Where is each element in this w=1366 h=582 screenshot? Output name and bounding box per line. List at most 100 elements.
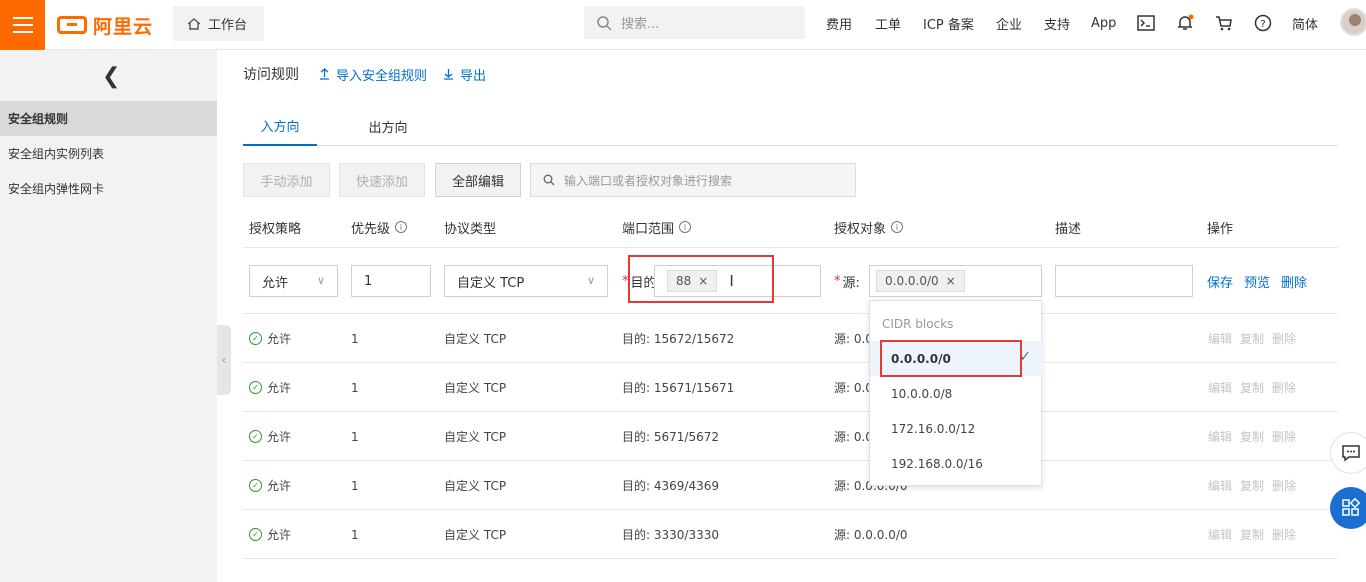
tab-outbound[interactable]: 出方向 — [351, 106, 425, 146]
column-description: 描述 — [1055, 221, 1082, 237]
edit-link[interactable]: 编辑 — [1208, 379, 1232, 396]
copy-link[interactable]: 复制 — [1240, 526, 1264, 543]
global-search-input[interactable]: 搜索... — [584, 6, 805, 39]
svg-text:?: ? — [1260, 19, 1265, 30]
import-rules-link[interactable]: 导入安全组规则 — [319, 65, 427, 84]
check-circle-icon: ✓ — [249, 430, 262, 443]
cidr-option[interactable]: 192.168.0.0/16 — [870, 446, 1043, 481]
protocol-cell: 自定义 TCP — [444, 381, 507, 395]
nav-billing[interactable]: 费用 — [826, 0, 852, 46]
priority-cell: 1 — [351, 331, 359, 346]
copy-link[interactable]: 复制 — [1240, 379, 1264, 396]
delete-link[interactable]: 删除 — [1272, 330, 1296, 347]
port-cell: 目的: 15671/15671 — [622, 381, 735, 395]
user-avatar[interactable] — [1340, 8, 1366, 36]
hamburger-menu-button[interactable] — [0, 0, 45, 50]
table-row: ✓允许 1 自定义 TCP 目的: 5671/5672 源: 0.0.0.0/0… — [243, 412, 1338, 461]
aliyun-logo[interactable]: 阿里云 — [57, 11, 153, 39]
edit-link[interactable]: 编辑 — [1208, 428, 1232, 445]
copy-link[interactable]: 复制 — [1240, 477, 1264, 494]
column-policy: 授权策略 — [249, 221, 302, 237]
policy-cell: ✓ 允许 — [249, 461, 291, 510]
save-link[interactable]: 保存 — [1207, 272, 1233, 291]
delete-link[interactable]: 删除 — [1272, 428, 1296, 445]
delete-link[interactable]: 删除 — [1272, 526, 1296, 543]
protocol-cell: 自定义 TCP — [444, 479, 507, 493]
description-input[interactable] — [1055, 265, 1193, 297]
tab-inbound[interactable]: 入方向 — [243, 106, 317, 146]
info-icon[interactable]: i — [679, 221, 692, 233]
search-icon — [543, 174, 555, 186]
rule-search-input[interactable]: 输入端口或者授权对象进行搜索 — [530, 163, 856, 197]
table-row: ✓ 允许 1 自定义 TCP 目的: 4369/4369 源: 0.0.0.0/0… — [243, 461, 1338, 510]
sidebar-item-eni[interactable]: 安全组内弹性网卡 — [0, 171, 217, 206]
required-mark: * — [834, 274, 841, 289]
chat-icon — [1342, 445, 1360, 462]
nav-support[interactable]: 支持 — [1044, 0, 1070, 46]
help-icon[interactable]: ? — [1252, 12, 1274, 34]
edit-link[interactable]: 编辑 — [1208, 526, 1232, 543]
workbench-button[interactable]: 工作台 — [173, 6, 264, 41]
row-actions: 编辑 复制 删除 — [1208, 314, 1304, 363]
source-input[interactable]: 0.0.0.0/0 × — [869, 265, 1042, 297]
sidebar-item-security-group-rules[interactable]: 安全组规则 — [0, 101, 217, 136]
port-cell: 目的: 5671/5672 — [622, 430, 719, 444]
edit-link[interactable]: 编辑 — [1208, 477, 1232, 494]
policy-cell: ✓ 允许 — [249, 314, 291, 363]
chevron-left-icon[interactable]: ❮ — [102, 64, 120, 89]
source-tag[interactable]: 0.0.0.0/0 × — [876, 270, 965, 292]
info-icon[interactable]: i — [891, 221, 904, 233]
priority-cell: 1 — [351, 380, 359, 395]
policy-select[interactable]: 允许 ∨ — [249, 265, 338, 297]
priority-cell: 1 — [351, 478, 359, 493]
sidebar-toggle-tab[interactable]: ‹ — [217, 325, 231, 395]
edit-rule-row: 允许 ∨ 1 自定义 TCP ∨ * 目的: 88 × I * 源: 0.0.0.0/… — [243, 248, 1338, 314]
row-actions: 编辑 复制 删除 — [1208, 363, 1304, 412]
table-row: ✓允许 1 自定义 TCP 目的: 15671/15671 源: 0.0.0.0… — [243, 363, 1338, 412]
info-icon[interactable]: i — [395, 221, 408, 233]
export-link[interactable]: 导出 — [443, 65, 486, 84]
bell-icon[interactable] — [1174, 12, 1196, 34]
check-circle-icon: ✓ — [249, 479, 262, 492]
feedback-button[interactable] — [1330, 432, 1366, 474]
row-actions: 编辑 复制 删除 — [1208, 461, 1304, 510]
preview-link[interactable]: 预览 — [1244, 272, 1270, 291]
protocol-select[interactable]: 自定义 TCP ∨ — [444, 265, 608, 297]
cidr-option[interactable]: 10.0.0.0/8 — [870, 376, 1043, 411]
export-label: 导出 — [460, 68, 487, 84]
manual-add-button[interactable]: 手动添加 — [243, 163, 330, 197]
main-content: 访问规则 导入安全组规则 导出 入方向 出方向 手动添加 快速添加 全部编辑 输… — [231, 50, 1351, 582]
brand-name: 阿里云 — [93, 15, 154, 38]
cidr-dropdown: CIDR blocks 0.0.0.0/0 ✓ 10.0.0.0/8 172.16… — [869, 300, 1043, 486]
nav-icp[interactable]: ICP 备案 — [923, 0, 974, 46]
dropdown-header: CIDR blocks — [882, 317, 954, 331]
close-icon[interactable]: × — [946, 274, 956, 288]
upload-icon — [320, 68, 329, 80]
nav-enterprise[interactable]: 企业 — [996, 0, 1022, 46]
cart-icon[interactable] — [1213, 12, 1235, 34]
copy-link[interactable]: 复制 — [1240, 428, 1264, 445]
nav-app[interactable]: App — [1091, 0, 1116, 46]
batch-edit-button[interactable]: 全部编辑 — [435, 163, 521, 197]
language-switch[interactable]: 简体 — [1292, 0, 1318, 46]
quick-add-button[interactable]: 快速添加 — [339, 163, 425, 197]
workbench-label: 工作台 — [208, 18, 248, 33]
delete-link[interactable]: 删除 — [1272, 477, 1296, 494]
delete-link[interactable]: 删除 — [1272, 379, 1296, 396]
protocol-cell: 自定义 TCP — [444, 528, 507, 542]
sidebar-item-instance-list[interactable]: 安全组内实例列表 — [0, 136, 217, 171]
delete-link[interactable]: 删除 — [1281, 272, 1307, 291]
apps-button[interactable] — [1330, 487, 1366, 529]
table-row: ✓允许 1 自定义 TCP 目的: 15672/15672 源: 0.0.0.0… — [243, 314, 1338, 363]
copy-link[interactable]: 复制 — [1240, 330, 1264, 347]
column-actions: 操作 — [1207, 221, 1234, 237]
cidr-highlight-box — [880, 340, 1022, 377]
grid-icon — [1342, 498, 1361, 516]
cidr-option[interactable]: 172.16.0.0/12 — [870, 411, 1043, 446]
edit-link[interactable]: 编辑 — [1208, 330, 1232, 347]
sidebar: ❮ 安全组规则 安全组内实例列表 安全组内弹性网卡 — [0, 50, 217, 582]
nav-tickets[interactable]: 工单 — [875, 0, 901, 46]
priority-input[interactable]: 1 — [351, 265, 431, 297]
terminal-icon[interactable] — [1135, 12, 1157, 34]
protocol-cell: 自定义 TCP — [444, 332, 507, 346]
